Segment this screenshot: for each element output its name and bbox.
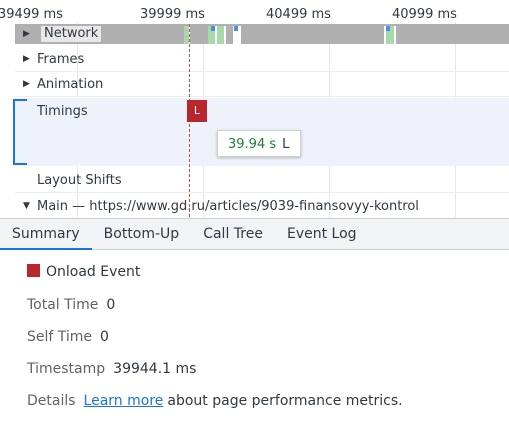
- event-title: Onload Event: [46, 264, 141, 280]
- onload-marker[interactable]: L: [187, 100, 207, 122]
- self-time-label: Self Time: [27, 329, 93, 345]
- ruler-tick: 39499 ms: [0, 7, 63, 22]
- self-time-row: Self Time 0: [27, 329, 109, 345]
- track-label: Main — https://www.gd.ru/articles/9039-f…: [37, 198, 419, 214]
- track-main[interactable]: ▼ Main — https://www.gd.ru/articles/9039…: [15, 194, 509, 218]
- track-timings[interactable]: Timings: [15, 100, 509, 122]
- total-time-row: Total Time 0: [27, 297, 115, 313]
- track-animation[interactable]: ▶ Animation: [15, 72, 509, 97]
- tooltip-name: L: [282, 137, 290, 152]
- tab-call-tree[interactable]: Call Tree: [191, 219, 275, 249]
- ruler-tick: 40499 ms: [266, 7, 331, 22]
- triangle-right-icon[interactable]: ▶: [23, 29, 34, 39]
- marker-tooltip: 39.94 s L: [217, 130, 301, 157]
- network-blue-mark: [234, 26, 238, 31]
- details-row: Details Learn more about page performance …: [27, 393, 403, 409]
- network-request[interactable]: [232, 26, 241, 44]
- track-frames[interactable]: ▶ Frames: [15, 47, 509, 72]
- tooltip-time: 39.94 s: [228, 137, 277, 152]
- triangle-right-icon[interactable]: ▶: [23, 79, 34, 89]
- total-time-value: 0: [106, 297, 116, 313]
- track-layout-shifts[interactable]: Layout Shifts: [15, 168, 509, 193]
- details-label: Details: [27, 393, 76, 409]
- summary-panel: Onload Event Total Time 0 Self Time 0 Time…: [0, 250, 509, 426]
- network-request[interactable]: [383, 26, 396, 44]
- network-blue-mark: [211, 26, 215, 31]
- timestamp-value: 39944.1 ms: [113, 361, 197, 377]
- timestamp-row: Timestamp 39944.1 ms: [27, 361, 196, 377]
- self-time-value: 0: [100, 329, 109, 345]
- track-label: Network: [41, 26, 102, 42]
- tab-bottom-up[interactable]: Bottom-Up: [92, 219, 192, 249]
- tab-summary[interactable]: Summary: [0, 219, 92, 250]
- details-tabs: Summary Bottom-Up Call Tree Event Log: [0, 218, 509, 250]
- track-label: Animation: [37, 76, 104, 92]
- track-label: Timings: [37, 103, 88, 119]
- timestamp-label: Timestamp: [27, 361, 106, 377]
- triangle-down-icon[interactable]: ▼: [23, 201, 34, 211]
- details-text: about page performance metrics.: [167, 393, 403, 409]
- total-time-label: Total Time: [27, 297, 99, 313]
- triangle-right-icon[interactable]: ▶: [23, 54, 34, 64]
- time-ruler: 39499 ms 39999 ms 40499 ms 40999 ms: [0, 5, 509, 22]
- event-title-row: Onload Event: [27, 264, 140, 280]
- network-request[interactable]: [207, 26, 226, 44]
- timeline-panel[interactable]: 39499 ms 39999 ms 40499 ms 40999 ms ▶ Ne…: [0, 0, 509, 217]
- network-bar: [217, 26, 224, 44]
- track-label: Layout Shifts: [37, 172, 122, 188]
- tab-event-log[interactable]: Event Log: [275, 219, 369, 249]
- track-label: Frames: [37, 51, 85, 67]
- network-blue-mark: [386, 26, 390, 31]
- ruler-tick: 40999 ms: [392, 7, 457, 22]
- learn-more-link[interactable]: Learn more: [84, 393, 164, 409]
- event-color-swatch: [27, 264, 40, 277]
- track-network[interactable]: ▶ Network: [15, 24, 509, 44]
- ruler-tick: 39999 ms: [140, 7, 205, 22]
